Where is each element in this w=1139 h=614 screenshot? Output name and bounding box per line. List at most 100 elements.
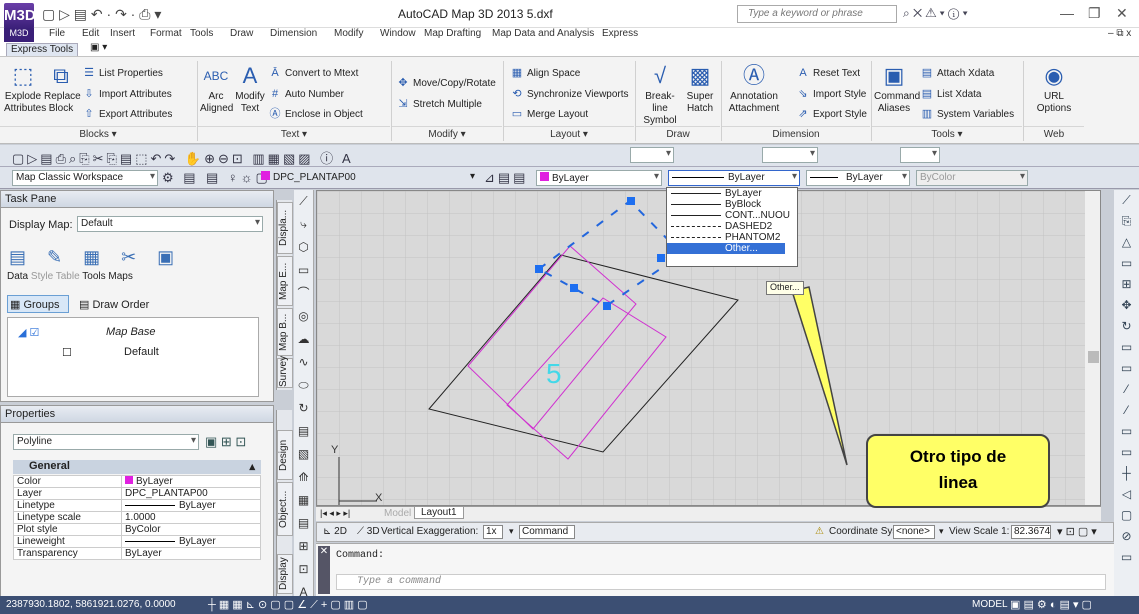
- chevron-down-icon[interactable]: ▾: [470, 171, 475, 182]
- draw-order-button[interactable]: ▤ Draw Order: [79, 298, 149, 311]
- tab-display[interactable]: Display: [277, 554, 293, 594]
- blank-combo-3[interactable]: ▾: [900, 147, 940, 163]
- linetype-option-byblock[interactable]: ByBlock: [667, 199, 797, 210]
- mdi-controls[interactable]: – ⧉ x: [1108, 28, 1131, 39]
- move-copy-rotate-button[interactable]: ✥ Move/Copy/Rotate: [396, 77, 495, 90]
- linetype-option-bylayer[interactable]: ByLayer: [667, 188, 797, 199]
- grip[interactable]: [603, 302, 611, 310]
- property-value[interactable]: ByColor: [121, 523, 261, 536]
- url-options-button[interactable]: ◉ URL Options: [1030, 63, 1078, 115]
- property-row[interactable]: Layer DPC_PLANTAP00: [13, 487, 261, 500]
- property-value[interactable]: DPC_PLANTAP00: [121, 487, 261, 500]
- enclose-in-object-button[interactable]: Ⓐ Enclose in Object: [268, 108, 363, 121]
- linetype-option-dashed2[interactable]: DASHED2: [667, 221, 797, 232]
- quick-select-icons[interactable]: ▣ ⊞ ⊡: [205, 434, 246, 450]
- group-title-blocks[interactable]: Blocks ▾: [0, 126, 196, 142]
- display-map-select[interactable]: Default ▾: [77, 216, 263, 232]
- warning-icon[interactable]: ⚠: [815, 526, 824, 537]
- tool-maps[interactable]: Maps: [108, 271, 132, 282]
- lineweight-select[interactable]: ByLayer ▾: [806, 170, 910, 186]
- default-layer[interactable]: Default: [124, 346, 159, 358]
- task-pane-tool-icons[interactable]: ▤ ✎ ▦ ✂ ▣: [9, 247, 182, 268]
- blank-combo-1[interactable]: ▾: [630, 147, 674, 163]
- grip[interactable]: [657, 254, 665, 262]
- ribbon-toggle-icon[interactable]: ▣ ▾: [90, 42, 107, 53]
- property-value[interactable]: ByLayer: [121, 475, 261, 488]
- property-row[interactable]: Color ByLayer: [13, 475, 261, 488]
- menu-express[interactable]: Express: [602, 28, 638, 39]
- menu-format[interactable]: Format: [150, 28, 182, 39]
- tab-map-explorer[interactable]: Map E...: [277, 256, 293, 306]
- break-line-symbol-button[interactable]: √ Break-line Symbol: [638, 63, 682, 127]
- quick-access-icons[interactable]: ▢ ▷ ▤ ↶ · ↷ · ⎙ ▾: [42, 6, 161, 23]
- convert-to-mtext-button[interactable]: Ā Convert to Mtext: [268, 67, 358, 80]
- tab-layout1[interactable]: Layout1: [414, 507, 464, 519]
- standard-tool-icons[interactable]: ▢▷▤⎙⌕⎘✂⎘▤⬚↶↷ ✋⊕⊖⊡ ▥▦▧▨ ⓘ A: [12, 148, 354, 167]
- vertical-scrollbar[interactable]: [1085, 191, 1101, 506]
- groups-button[interactable]: ▦ Groups: [7, 295, 69, 313]
- map-base-group[interactable]: Map Base: [106, 326, 156, 338]
- linetype-select[interactable]: ByLayer ▾: [668, 170, 800, 186]
- menu-map-drafting[interactable]: Map Drafting: [424, 28, 481, 39]
- command-combo[interactable]: Command: [519, 525, 575, 539]
- modify-text-button[interactable]: A Modify Text: [234, 63, 266, 115]
- workspace-select[interactable]: Map Classic Workspace ▾: [12, 170, 158, 186]
- section-general[interactable]: General ▴: [13, 460, 261, 474]
- vert-exag-input[interactable]: 1x: [483, 525, 503, 539]
- help-icons[interactable]: ⌕ ✕ ⚠ ▾ ⓘ ▾: [903, 6, 968, 21]
- menu-dimension[interactable]: Dimension: [270, 28, 317, 39]
- layer-checkbox[interactable]: ☐: [62, 346, 72, 359]
- scrollbar-thumb[interactable]: [1088, 351, 1099, 363]
- property-row[interactable]: Plot style ByColor: [13, 523, 261, 536]
- menu-tools[interactable]: Tools: [190, 28, 213, 39]
- object-type-select[interactable]: Polyline ▾: [13, 434, 199, 450]
- menu-insert[interactable]: Insert: [110, 28, 135, 39]
- chevron-down-icon[interactable]: ▾: [939, 526, 944, 537]
- expand-icon[interactable]: ◢ ☑: [18, 326, 39, 339]
- explode-attributes-button[interactable]: ⬚ Explode Attributes: [4, 63, 46, 115]
- tab-nav-icons[interactable]: |◂ ◂ ▸ ▸|: [320, 508, 350, 519]
- group-title-text[interactable]: Text ▾: [198, 126, 390, 142]
- property-row[interactable]: Linetype ByLayer: [13, 499, 261, 512]
- view-2d-button[interactable]: ⊾ 2D: [323, 526, 347, 537]
- tab-express-tools[interactable]: Express Tools: [6, 43, 79, 56]
- group-title-tools[interactable]: Tools ▾: [872, 126, 1022, 142]
- grip[interactable]: [535, 265, 543, 273]
- tab-map-book[interactable]: Map B...: [277, 308, 293, 356]
- system-variables-button[interactable]: ▥ System Variables: [920, 108, 1014, 121]
- search-input[interactable]: Type a keyword or phrase: [737, 5, 897, 23]
- command-input[interactable]: Type a command: [336, 574, 1106, 590]
- view-3d-button[interactable]: ⟋ 3D: [357, 526, 380, 537]
- attach-xdata-button[interactable]: ▤ Attach Xdata: [920, 67, 994, 80]
- layer-select[interactable]: DPC_PLANTAP00: [258, 170, 482, 186]
- super-hatch-button[interactable]: ▩ Super Hatch: [684, 63, 716, 115]
- menu-modify[interactable]: Modify: [334, 28, 363, 39]
- stretch-multiple-button[interactable]: ⇲ Stretch Multiple: [396, 98, 482, 111]
- property-value[interactable]: ByLayer: [121, 499, 261, 512]
- tab-survey[interactable]: Survey: [277, 356, 293, 388]
- property-row[interactable]: Linetype scale 1.0000: [13, 511, 261, 524]
- view-scale-input[interactable]: 82.3674: [1011, 525, 1051, 539]
- linetype-option-other[interactable]: Other...: [667, 243, 785, 254]
- minimize-icon[interactable]: —: [1060, 5, 1074, 21]
- layer-tool-icons[interactable]: ⊿▤▤: [484, 170, 528, 186]
- menu-map-data[interactable]: Map Data and Analysis: [492, 28, 594, 39]
- property-value[interactable]: 1.0000: [121, 511, 261, 524]
- blank-combo-2[interactable]: ▾: [762, 147, 818, 163]
- property-value[interactable]: ByLayer: [121, 535, 261, 548]
- arc-aligned-button[interactable]: ABC Arc Aligned: [200, 63, 233, 115]
- grip[interactable]: [627, 197, 635, 205]
- draw-toolbar[interactable]: ⟋ ⤷ ⬡ ▭ ⌒ ◎ ☁ ∿ ⬭ ↻ ▤ ▧ ⟰ ▦ ▤ ⊞ ⊡ A: [294, 190, 314, 599]
- merge-layout-button[interactable]: ▭ Merge Layout: [510, 108, 588, 121]
- model-space-label[interactable]: MODEL: [972, 599, 1008, 610]
- property-row[interactable]: Transparency ByLayer: [13, 547, 261, 560]
- color-select[interactable]: ByLayer ▾: [536, 170, 662, 186]
- tab-object[interactable]: Object...: [277, 482, 293, 536]
- menu-edit[interactable]: Edit: [82, 28, 99, 39]
- tab-model[interactable]: Model: [378, 508, 417, 519]
- menu-file[interactable]: File: [49, 28, 65, 39]
- synchronize-viewports-button[interactable]: ⟲ Synchronize Viewports: [510, 88, 628, 101]
- command-close-icon[interactable]: ✕: [318, 546, 330, 594]
- list-xdata-button[interactable]: ▤ List Xdata: [920, 88, 982, 101]
- tool-tools[interactable]: Tools: [82, 271, 105, 282]
